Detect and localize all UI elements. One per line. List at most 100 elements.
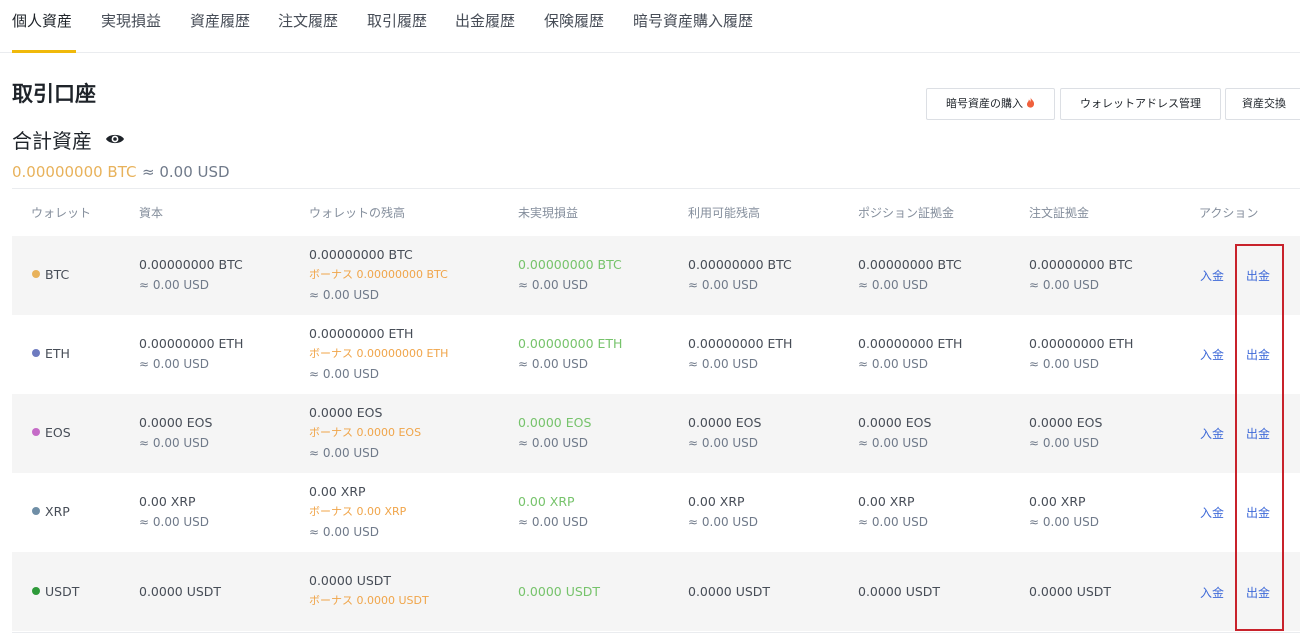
order-margin-usd: ≈ 0.00 USD	[1029, 278, 1100, 292]
available-usd: ≈ 0.00 USD	[688, 436, 759, 450]
fire-icon	[1026, 97, 1035, 108]
available-usd: ≈ 0.00 USD	[688, 515, 759, 529]
balance-value: 0.00000000 ETH	[309, 326, 414, 341]
withdraw-highlight-box	[1235, 244, 1284, 631]
unrealized-cell: 0.00000000 BTC ≈ 0.00 USD	[518, 255, 622, 295]
capital-cell: 0.00 XRP ≈ 0.00 USD	[139, 492, 209, 532]
col-action: アクション	[1199, 206, 1259, 220]
position-margin-cell: 0.0000 USDT	[858, 582, 940, 602]
order-margin-usd: ≈ 0.00 USD	[1029, 436, 1100, 450]
col-wallet: ウォレット	[31, 206, 92, 220]
capital-usd: ≈ 0.00 USD	[139, 278, 210, 292]
eye-icon[interactable]	[105, 132, 125, 146]
available-value: 0.0000 USDT	[688, 584, 771, 599]
balance-usd: ≈ 0.00 USD	[309, 288, 380, 302]
capital-value: 0.00000000 ETH	[139, 336, 244, 351]
col-available-balance: 利用可能残高	[688, 206, 761, 220]
tab-trade-history[interactable]: 取引履歴	[367, 10, 427, 31]
capital-value: 0.0000 USDT	[139, 584, 222, 599]
order-margin-cell: 0.0000 USDT	[1029, 582, 1111, 602]
capital-cell: 0.0000 USDT	[139, 582, 221, 602]
coin-dot	[32, 428, 40, 436]
total-assets-usd: ≈ 0.00 USD	[142, 163, 230, 181]
coin-dot	[32, 349, 40, 357]
order-margin-usd: ≈ 0.00 USD	[1029, 515, 1100, 529]
unrealized-usd: ≈ 0.00 USD	[518, 357, 589, 371]
wallet-cell: ETH	[32, 344, 70, 364]
position-margin-value: 0.00 XRP	[858, 494, 915, 509]
tab-asset-history[interactable]: 資産履歴	[190, 10, 250, 31]
coin-name: ETH	[45, 346, 70, 361]
wallet-cell: BTC	[32, 265, 69, 285]
asset-tabs: 個人資産 実現損益 資産履歴 注文履歴 取引履歴 出金履歴 保険履歴 暗号資産購…	[0, 0, 1300, 53]
table-row: BTC 0.00000000 BTC ≈ 0.00 USD 0.00000000 …	[12, 236, 1300, 315]
order-margin-value: 0.00000000 BTC	[1029, 257, 1133, 272]
available-value: 0.00000000 ETH	[688, 336, 793, 351]
capital-value: 0.00000000 BTC	[139, 257, 243, 272]
bonus-value: ボーナス 0.0000 EOS	[309, 426, 422, 439]
position-margin-usd: ≈ 0.00 USD	[858, 436, 929, 450]
bonus-value: ボーナス 0.0000 USDT	[309, 594, 429, 607]
available-cell: 0.00000000 BTC ≈ 0.00 USD	[688, 255, 792, 295]
table-bottom-divider	[12, 632, 1300, 633]
available-value: 0.0000 EOS	[688, 415, 762, 430]
deposit-link[interactable]: 入金	[1200, 425, 1224, 442]
table-row: ETH 0.00000000 ETH ≈ 0.00 USD 0.00000000 …	[12, 315, 1300, 394]
bonus-value: ボーナス 0.00000000 ETH	[309, 347, 449, 360]
position-margin-cell: 0.00000000 ETH ≈ 0.00 USD	[858, 334, 962, 374]
coin-name: XRP	[45, 504, 70, 519]
tab-crypto-purchase-history[interactable]: 暗号資産購入履歴	[633, 10, 753, 31]
tab-insurance-history[interactable]: 保険履歴	[544, 10, 604, 31]
unrealized-usd: ≈ 0.00 USD	[518, 515, 589, 529]
buy-crypto-button[interactable]: 暗号資産の購入	[926, 88, 1055, 120]
table-divider	[12, 188, 1300, 189]
deposit-link[interactable]: 入金	[1200, 584, 1224, 601]
table-row: XRP 0.00 XRP ≈ 0.00 USD 0.00 XRP ボーナス 0.00…	[12, 473, 1300, 552]
unrealized-value: 0.0000 EOS	[518, 415, 592, 430]
position-margin-usd: ≈ 0.00 USD	[858, 515, 929, 529]
col-capital: 資本	[139, 206, 164, 220]
balance-value: 0.00 XRP	[309, 484, 366, 499]
asset-convert-button[interactable]: 資産交換	[1225, 88, 1300, 120]
tab-realized-pnl[interactable]: 実現損益	[101, 10, 161, 31]
deposit-link[interactable]: 入金	[1200, 267, 1224, 284]
total-assets-label: 合計資産	[12, 129, 92, 153]
deposit-link[interactable]: 入金	[1200, 346, 1224, 363]
position-margin-usd: ≈ 0.00 USD	[858, 278, 929, 292]
unrealized-cell: 0.0000 USDT	[518, 582, 600, 602]
deposit-link[interactable]: 入金	[1200, 504, 1224, 521]
tab-order-history[interactable]: 注文履歴	[278, 10, 338, 31]
capital-cell: 0.00000000 ETH ≈ 0.00 USD	[139, 334, 243, 374]
coin-name: BTC	[45, 267, 70, 282]
balance-cell: 0.00 XRP ボーナス 0.00 XRP ≈ 0.00 USD	[309, 482, 406, 542]
capital-usd: ≈ 0.00 USD	[139, 436, 210, 450]
order-margin-cell: 0.00 XRP ≈ 0.00 USD	[1029, 492, 1099, 532]
table-row: USDT 0.0000 USDT 0.0000 USDT ボーナス 0.0000 …	[12, 552, 1300, 631]
capital-usd: ≈ 0.00 USD	[139, 515, 210, 529]
order-margin-value: 0.0000 USDT	[1029, 584, 1112, 599]
table-row: EOS 0.0000 EOS ≈ 0.00 USD 0.0000 EOS ボーナス …	[12, 394, 1300, 473]
active-tab-indicator	[12, 50, 76, 53]
order-margin-value: 0.00 XRP	[1029, 494, 1086, 509]
available-cell: 0.0000 USDT	[688, 582, 770, 602]
position-margin-value: 0.00000000 BTC	[858, 257, 962, 272]
tab-withdrawal-history[interactable]: 出金履歴	[455, 10, 515, 31]
order-margin-cell: 0.00000000 BTC ≈ 0.00 USD	[1029, 255, 1133, 295]
available-cell: 0.0000 EOS ≈ 0.00 USD	[688, 413, 761, 453]
available-usd: ≈ 0.00 USD	[688, 357, 759, 371]
bonus-value: ボーナス 0.00000000 BTC	[309, 268, 448, 281]
unrealized-cell: 0.00000000 ETH ≈ 0.00 USD	[518, 334, 622, 374]
available-usd: ≈ 0.00 USD	[688, 278, 759, 292]
total-assets-btc: 0.00000000 BTC	[12, 163, 137, 181]
tab-personal-assets[interactable]: 個人資産	[12, 10, 72, 31]
capital-value: 0.00 XRP	[139, 494, 196, 509]
balance-cell: 0.0000 EOS ボーナス 0.0000 EOS ≈ 0.00 USD	[309, 403, 421, 463]
bonus-value: ボーナス 0.00 XRP	[309, 505, 407, 518]
wallet-address-management-button[interactable]: ウォレットアドレス管理	[1060, 88, 1221, 120]
available-cell: 0.00 XRP ≈ 0.00 USD	[688, 492, 758, 532]
capital-cell: 0.0000 EOS ≈ 0.00 USD	[139, 413, 212, 453]
coin-name: USDT	[45, 584, 80, 599]
position-margin-cell: 0.00000000 BTC ≈ 0.00 USD	[858, 255, 962, 295]
order-margin-value: 0.0000 EOS	[1029, 415, 1103, 430]
order-margin-cell: 0.00000000 ETH ≈ 0.00 USD	[1029, 334, 1133, 374]
